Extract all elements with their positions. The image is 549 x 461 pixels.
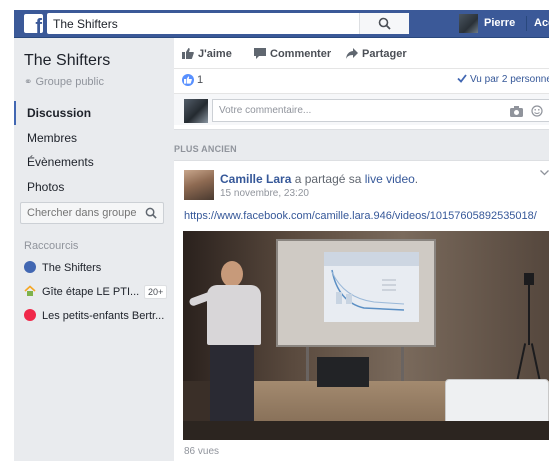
comment-icon [254, 48, 266, 59]
shortcuts-title: Raccourcis [24, 240, 79, 252]
checkmark-icon [457, 74, 467, 83]
house-icon [24, 285, 36, 297]
post-verb: a partagé sa [291, 172, 365, 186]
post-author-link[interactable]: Camille Lara [220, 172, 291, 186]
video-projected-slide [324, 252, 419, 322]
group-red-icon [24, 309, 36, 321]
share-label: Partager [362, 48, 407, 60]
search-icon[interactable] [145, 207, 157, 219]
video-floor [183, 421, 549, 440]
post-timestamp[interactable]: 15 novembre, 23:20 [220, 188, 309, 199]
author-avatar[interactable] [184, 170, 214, 200]
group-search-box[interactable] [20, 202, 164, 224]
shortcut-label: Les petits-enfants Bertr... [42, 310, 165, 322]
home-link[interactable]: Accueil [534, 17, 549, 29]
notification-count-badge: 20+ [144, 285, 168, 299]
globe-icon: ⚭ [24, 77, 33, 88]
comment-composer: Votre commentaire... [174, 93, 549, 125]
like-label: J'aime [198, 48, 232, 60]
section-label-older: PLUS ANCIEN [174, 144, 237, 154]
shortcut-item-the-shifters[interactable]: The Shifters [24, 260, 174, 280]
post-card: Camille Lara a partagé sa live video. 15… [174, 160, 549, 461]
comment-input[interactable]: Votre commentaire... [212, 99, 549, 122]
video-player[interactable] [183, 231, 549, 440]
share-arrow-icon [346, 48, 358, 59]
video-presenter [188, 261, 263, 440]
comment-button[interactable]: Commenter [254, 48, 331, 60]
group-privacy: ⚭ Groupe public [24, 76, 104, 88]
video-tripod [515, 273, 542, 383]
like-button[interactable]: J'aime [182, 48, 232, 60]
nav-item-members[interactable]: Membres [14, 126, 174, 150]
video-laptop [317, 357, 369, 387]
camera-icon[interactable] [510, 106, 523, 117]
previous-post-footer: J'aime Commenter Partager 1 Vu par 2 per… [174, 38, 549, 130]
facebook-logo-icon[interactable]: f [24, 14, 43, 33]
video-view-count: 86 vues [184, 446, 220, 457]
user-name-link[interactable]: Pierre [484, 17, 515, 29]
group-search-input[interactable] [27, 206, 137, 220]
like-reaction-icon[interactable] [182, 74, 194, 86]
shortcut-label: The Shifters [42, 262, 102, 274]
likes-row: 1 Vu par 2 personnes [174, 68, 549, 90]
nav-item-photos[interactable]: Photos [14, 175, 174, 199]
user-avatar[interactable] [459, 14, 478, 33]
group-name[interactable]: The Shifters [24, 52, 110, 70]
seen-by-link[interactable]: Vu par 2 personnes [457, 74, 549, 85]
commenter-avatar [184, 99, 208, 123]
post-actions: J'aime Commenter Partager [174, 48, 549, 66]
like-count[interactable]: 1 [197, 74, 203, 86]
comment-label: Commenter [270, 48, 332, 60]
post-verb-suffix: . [414, 172, 419, 186]
search-value: The Shifters [53, 17, 118, 31]
shortcut-item-petits-enfants[interactable]: Les petits-enfants Bertr... [24, 308, 174, 328]
left-sidebar: The Shifters ⚭ Groupe public Discussion … [14, 38, 174, 461]
search-icon [378, 17, 391, 30]
post-video-url[interactable]: https://www.facebook.com/camille.lara.94… [184, 210, 537, 222]
share-button[interactable]: Partager [346, 48, 407, 60]
comment-placeholder: Votre commentaire... [219, 105, 312, 116]
nav-item-discussion[interactable]: Discussion [14, 101, 174, 125]
nav-item-events[interactable]: Évènements [14, 150, 174, 174]
emoji-icon[interactable] [531, 105, 543, 117]
post-header: Camille Lara a partagé sa live video. [220, 172, 418, 186]
search-input[interactable]: The Shifters [47, 13, 409, 34]
facebook-logo-letter: f [35, 16, 42, 33]
group-icon [24, 261, 36, 273]
main-feed: J'aime Commenter Partager 1 Vu par 2 per… [174, 38, 549, 461]
search-button[interactable] [359, 13, 409, 34]
shortcut-item-gite[interactable]: Gîte étape LE PTI... 20+ [24, 284, 174, 304]
video-slide-chart [331, 269, 405, 311]
seen-by-label: Vu par 2 personnes [470, 74, 549, 85]
top-bar-blue: f The Shifters Pierre Accueil [14, 10, 549, 38]
topbar-divider [526, 16, 527, 31]
thumbs-up-icon [182, 48, 194, 59]
chevron-down-icon[interactable] [540, 170, 549, 176]
shortcut-label: Gîte étape LE PTI... [42, 286, 140, 298]
live-video-link[interactable]: live video [365, 172, 415, 186]
group-privacy-label: Groupe public [35, 76, 104, 88]
